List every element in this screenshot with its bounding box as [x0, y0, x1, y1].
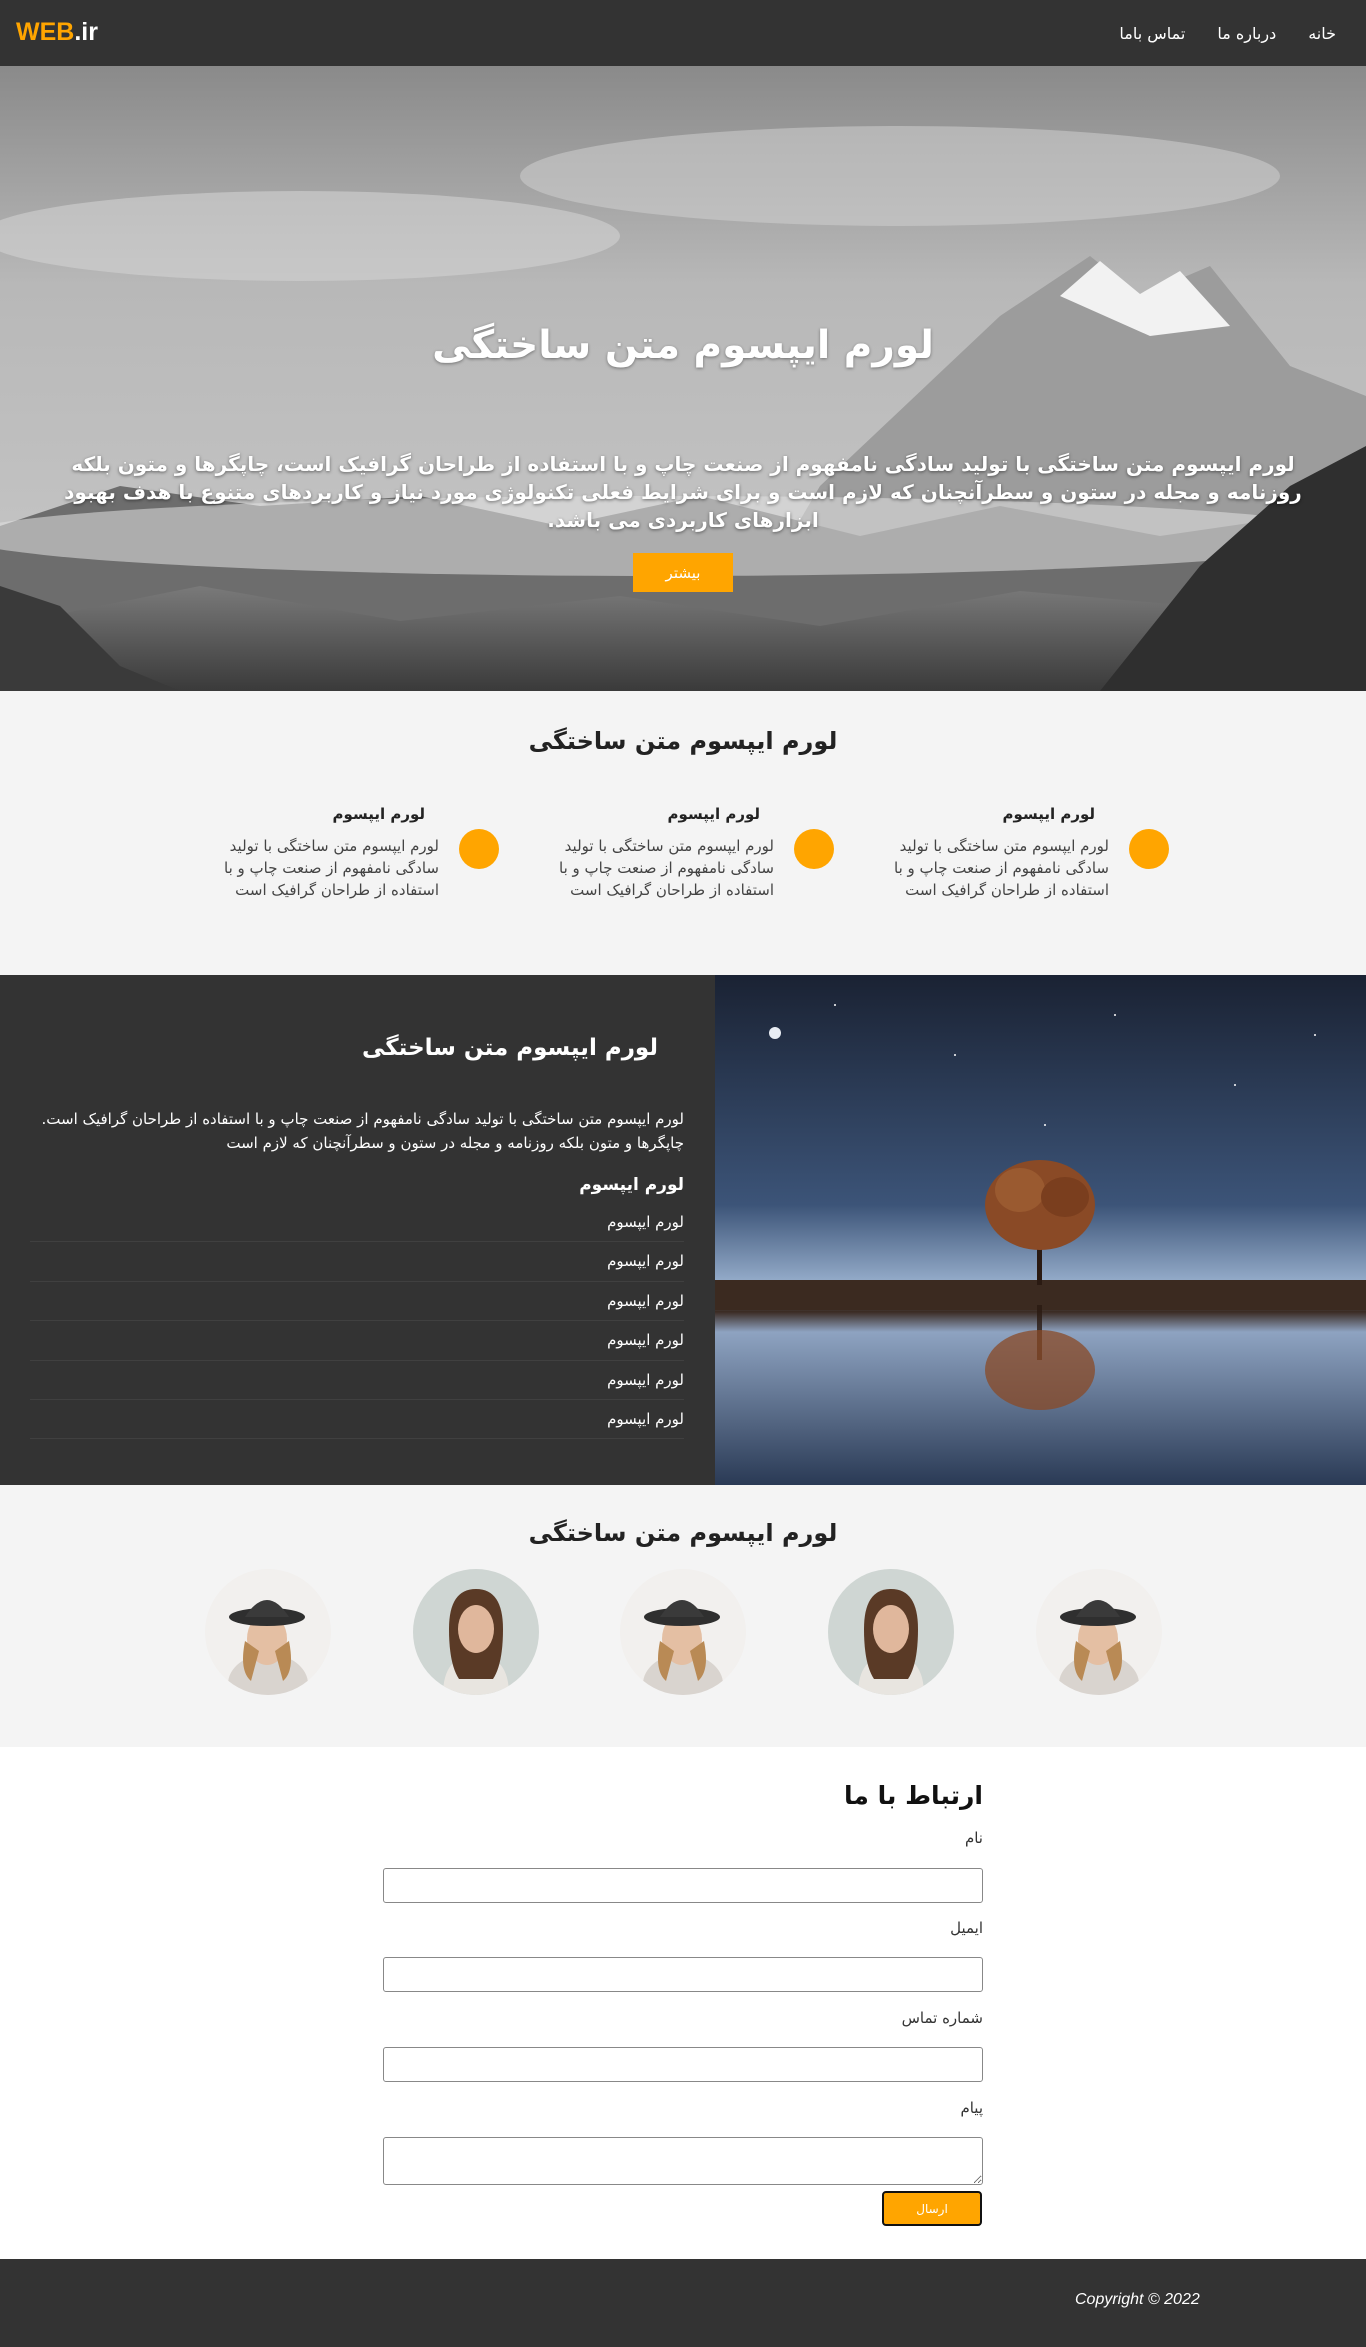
feature-desc: لورم ایپسوم متن ساختگی با تولید سادگی نا… [894, 837, 1109, 899]
nav-link-home[interactable]: خانه [1308, 24, 1336, 43]
submit-button[interactable]: ارسال [882, 2191, 982, 2226]
list-item: لورم ایپسوم [30, 1321, 684, 1361]
contact-section: ارتباط با ما نام ایمیل شماره تماس پیام ا… [0, 1747, 1366, 2259]
avatar [828, 1569, 954, 1695]
feature-desc: لورم ایپسوم متن ساختگی با تولید سادگی نا… [224, 837, 439, 899]
hero-text: لورم ایپسوم متن ساختگی با تولید سادگی نا… [64, 452, 1302, 532]
about-text: لورم ایپسوم متن ساختگی با تولید سادگی نا… [41, 1110, 684, 1152]
email-label: ایمیل [950, 1919, 983, 1937]
tree-lake-image [715, 975, 1366, 1485]
footer: Copyright © 2022 [0, 2259, 1366, 2347]
phone-label: شماره تماس [901, 2009, 983, 2027]
about-title: لورم ایپسوم متن ساختگی [362, 1035, 658, 1061]
feature-icon [794, 829, 834, 869]
team-title: لورم ایپسوم متن ساختگی [528, 1519, 838, 1547]
avatar [413, 1569, 539, 1695]
more-button[interactable]: بیشتر [633, 553, 733, 592]
about-section: لورم ایپسوم متن ساختگی لورم ایپسوم متن س… [0, 975, 1366, 1485]
feature-title: لورم ایپسوم [332, 805, 425, 823]
feature-title: لورم ایپسوم [667, 805, 760, 823]
features-title: لورم ایپسوم متن ساختگی [528, 727, 838, 755]
name-input[interactable] [383, 1868, 983, 1903]
name-label: نام [964, 1829, 983, 1847]
message-label: پیام [960, 2099, 983, 2117]
message-textarea[interactable] [383, 2137, 983, 2185]
email-input[interactable] [383, 1957, 983, 1992]
feature-item: لورم ایپسوم لورم ایپسوم متن ساختگی با تو… [879, 805, 1109, 901]
nav-link-about[interactable]: درباره ما [1217, 24, 1276, 43]
about-list: لورم ایپسوم لورم ایپسوم لورم ایپسوم لورم… [30, 1203, 684, 1440]
avatar [1036, 1569, 1162, 1695]
list-item: لورم ایپسوم [30, 1400, 684, 1440]
list-item: لورم ایپسوم [30, 1203, 684, 1243]
navbar: WEB.ir خانه درباره ما تماس باما [0, 0, 1366, 66]
logo-part-ir: .ir [74, 18, 98, 46]
contact-title: ارتباط با ما [844, 1781, 983, 1810]
feature-icon [1129, 829, 1169, 869]
copyright-text: Copyright © 2022 [1075, 2291, 1200, 2308]
list-item: لورم ایپسوم [30, 1282, 684, 1322]
features-section: لورم ایپسوم متن ساختگی لورم ایپسوم لورم … [0, 691, 1366, 975]
nav-link-contact[interactable]: تماس باما [1119, 24, 1185, 43]
hero-section: لورم ایپسوم متن ساختگی لورم ایپسوم متن س… [0, 66, 1366, 691]
nav-links: خانه درباره ما تماس باما [1119, 0, 1336, 66]
feature-item: لورم ایپسوم لورم ایپسوم متن ساختگی با تو… [544, 805, 774, 901]
mountain-background-image [0, 66, 1366, 691]
feature-item: لورم ایپسوم لورم ایپسوم متن ساختگی با تو… [209, 805, 439, 901]
feature-desc: لورم ایپسوم متن ساختگی با تولید سادگی نا… [559, 837, 774, 899]
feature-title: لورم ایپسوم [1002, 805, 1095, 823]
hero-title: لورم ایپسوم متن ساختگی [432, 323, 934, 368]
logo[interactable]: WEB.ir [16, 18, 98, 47]
avatar [205, 1569, 331, 1695]
about-subtitle: لورم ایپسوم [579, 1175, 684, 1195]
team-section: لورم ایپسوم متن ساختگی [0, 1485, 1366, 1747]
feature-icon [459, 829, 499, 869]
logo-part-web: WEB [16, 18, 75, 46]
list-item: لورم ایپسوم [30, 1242, 684, 1282]
list-item: لورم ایپسوم [30, 1361, 684, 1400]
phone-input[interactable] [383, 2047, 983, 2082]
avatar [620, 1569, 746, 1695]
